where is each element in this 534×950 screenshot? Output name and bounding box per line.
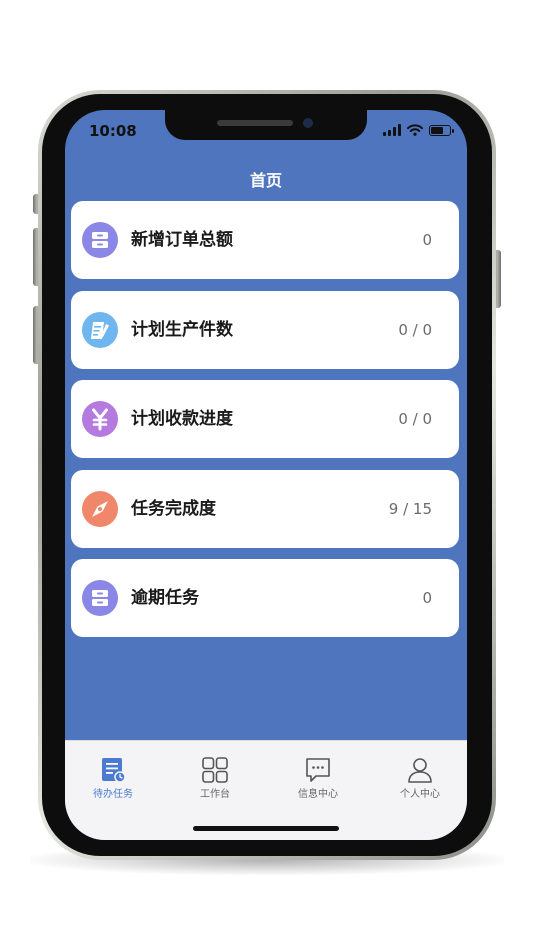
card-planned-collection[interactable]: 计划收款进度 0 / 0 (71, 380, 459, 458)
tab-personal-center[interactable]: 个人中心 (370, 747, 467, 801)
card-new-order-total[interactable]: 新增订单总额 0 (71, 201, 459, 279)
signal-icon (383, 124, 401, 136)
phone-screen: 10:08 首页 新增订单总额 0 计划生产件数 0 / 0 计划收款进度 0 … (65, 110, 467, 840)
card-task-completion[interactable]: 任务完成度 9 / 15 (71, 470, 459, 548)
page-title: 首页 (249, 171, 282, 190)
wifi-icon (407, 124, 423, 136)
card-label: 逾期任务 (131, 588, 199, 608)
drawer-icon (82, 580, 118, 616)
tab-label: 信息中心 (298, 789, 338, 800)
note-pencil-icon (82, 312, 118, 348)
speaker-grille (217, 120, 293, 126)
tab-label: 工作台 (200, 789, 230, 800)
tab-message-center[interactable]: 信息中心 (268, 747, 368, 801)
card-value: 0 (422, 589, 432, 607)
front-camera (303, 118, 313, 128)
card-value: 9 / 15 (388, 500, 432, 518)
notch (165, 110, 367, 140)
person-icon (407, 757, 433, 783)
card-planned-production[interactable]: 计划生产件数 0 / 0 (71, 291, 459, 369)
tab-workbench[interactable]: 工作台 (165, 747, 265, 801)
card-value: 0 / 0 (398, 321, 432, 339)
compass-icon (82, 491, 118, 527)
tab-label: 个人中心 (400, 789, 440, 800)
card-value: 0 / 0 (398, 410, 432, 428)
drawer-icon (82, 222, 118, 258)
yen-icon (82, 401, 118, 437)
status-time: 10:08 (89, 122, 137, 140)
tab-todo-tasks[interactable]: 待办任务 (65, 747, 163, 801)
todo-document-icon (100, 757, 126, 783)
battery-icon (429, 125, 454, 136)
status-icons (383, 124, 454, 136)
bottom-tab-bar: 待办任务 工作台 信息中心 个人中心 (65, 740, 467, 840)
card-overdue-tasks[interactable]: 逾期任务 0 (71, 559, 459, 637)
card-label: 任务完成度 (131, 499, 216, 519)
message-icon (305, 757, 331, 783)
card-label: 计划收款进度 (131, 409, 233, 429)
home-indicator[interactable] (193, 826, 339, 831)
card-label: 计划生产件数 (131, 320, 233, 340)
card-value: 0 (422, 231, 432, 249)
card-label: 新增订单总额 (131, 230, 233, 250)
grid-icon (202, 757, 228, 783)
tab-label: 待办任务 (93, 789, 133, 800)
